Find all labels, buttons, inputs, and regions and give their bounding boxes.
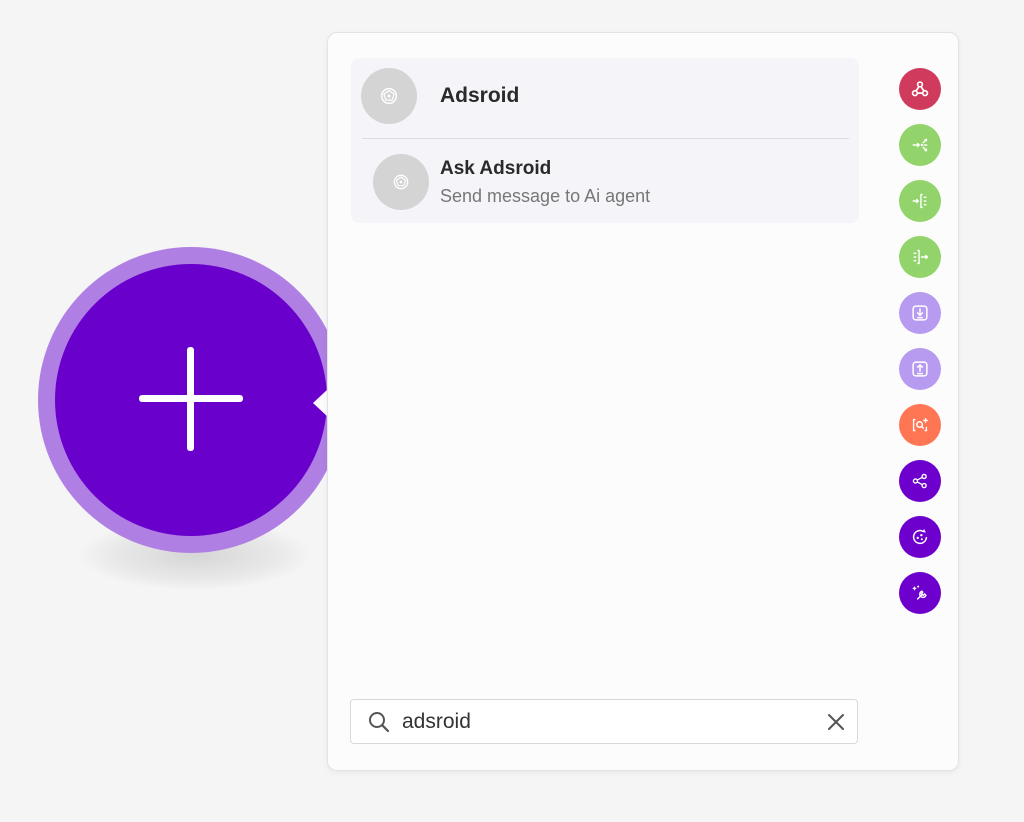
search-add-icon: [912, 418, 928, 432]
import-button[interactable]: [899, 292, 941, 334]
ai-agent-icon: [912, 529, 928, 545]
search-icon: [369, 712, 390, 733]
adsroid-app-icon[interactable]: [361, 68, 417, 124]
app-logo-icon: [393, 174, 409, 190]
export-button[interactable]: [899, 348, 941, 390]
array-aggregator-icon: [912, 193, 927, 209]
share-button[interactable]: [899, 460, 941, 502]
tools-button[interactable]: [899, 572, 941, 614]
scenario-canvas[interactable]: Adsroid Ask Adsroid Send message to Ai a…: [0, 0, 1024, 822]
module-description: Send message to Ai agent: [440, 186, 651, 206]
close-icon[interactable]: [826, 712, 846, 732]
tools-icon: [912, 585, 927, 600]
webhook-button[interactable]: [899, 68, 941, 110]
import-icon: [912, 305, 928, 321]
app-logo-icon: [380, 87, 398, 105]
search-input[interactable]: [400, 704, 814, 740]
panel-pointer: [313, 389, 328, 417]
flow-router-icon: [912, 138, 928, 152]
ai-agent-button[interactable]: [899, 516, 941, 558]
plus-icon-vertical[interactable]: [187, 347, 194, 451]
search-add-button[interactable]: [899, 404, 941, 446]
webhook-icon: [911, 81, 929, 97]
module-ask-adsroid[interactable]: [362, 142, 849, 220]
iterator-icon: [913, 249, 929, 265]
export-icon: [912, 361, 928, 377]
array-aggregator-button[interactable]: [899, 180, 941, 222]
module-title[interactable]: Ask Adsroid: [440, 158, 551, 180]
iterator-button[interactable]: [899, 236, 941, 278]
divider: [362, 138, 849, 139]
share-icon: [912, 473, 927, 489]
app-title[interactable]: Adsroid: [440, 84, 519, 108]
ask-adsroid-module-icon[interactable]: [373, 154, 429, 210]
flow-router-button[interactable]: [899, 124, 941, 166]
